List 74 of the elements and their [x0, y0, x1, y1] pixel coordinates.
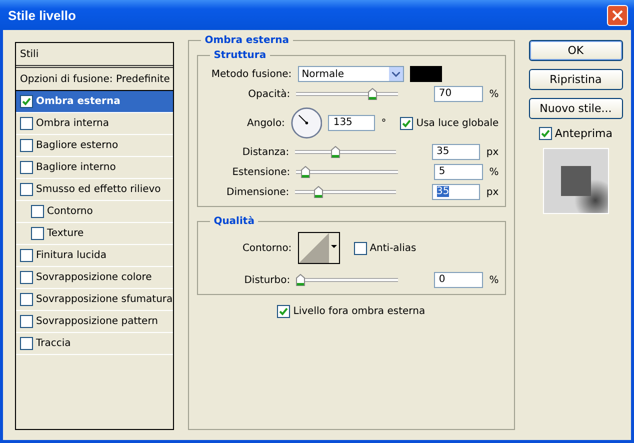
checkbox[interactable]: [354, 242, 367, 254]
unit-label: %: [489, 88, 499, 100]
checkbox[interactable]: [20, 337, 33, 350]
number-field[interactable]: 35: [432, 144, 480, 160]
style-list-item[interactable]: Smusso ed effetto rilievo: [16, 179, 173, 201]
group-title: Struttura: [210, 50, 270, 61]
slider-thumb[interactable]: [296, 274, 306, 286]
number-field[interactable]: 70: [434, 86, 484, 102]
style-list-item[interactable]: Ombra interna: [16, 113, 173, 135]
group-title: Qualità: [210, 216, 258, 227]
close-icon: [612, 10, 623, 20]
checkbox[interactable]: [20, 183, 33, 196]
style-list-item[interactable]: Bagliore interno: [16, 157, 173, 179]
checkbox[interactable]: [20, 249, 33, 262]
field-label: Contorno:: [241, 242, 292, 254]
dialog-button[interactable]: Nuovo stile...: [528, 98, 623, 119]
slider-thumb[interactable]: [368, 88, 377, 100]
checkbox[interactable]: [20, 161, 33, 174]
panel-title: Ombra esterna: [200, 35, 294, 46]
style-list-item[interactable]: Finitura lucida: [16, 245, 173, 267]
style-list-item[interactable]: Ombra esterna: [16, 91, 173, 113]
unit-label: %: [489, 274, 499, 286]
color-swatch[interactable]: [410, 66, 442, 82]
style-list-item[interactable]: Sovrapposizione colore: [16, 267, 173, 289]
style-list-item[interactable]: Contorno: [16, 201, 173, 223]
field-label: Dimensione:: [226, 186, 290, 198]
number-field[interactable]: 35: [432, 184, 480, 200]
number-field[interactable]: 0: [434, 272, 484, 288]
checkbox[interactable]: [400, 116, 414, 130]
checkbox-label: Anti-alias: [370, 242, 416, 254]
slider-thumb[interactable]: [330, 146, 340, 158]
close-button[interactable]: [607, 4, 628, 26]
checkbox-label: Livello fora ombra esterna: [293, 306, 426, 316]
checkbox-label: Anteprima: [554, 127, 612, 140]
checkbox[interactable]: [277, 304, 290, 318]
slider-thumb[interactable]: [301, 166, 310, 178]
style-list-item[interactable]: Texture: [16, 223, 173, 245]
checkbox[interactable]: [20, 271, 33, 284]
slider-thumb[interactable]: [314, 186, 324, 198]
window-title: Stile livello: [8, 8, 76, 22]
unit-label: px: [486, 146, 499, 158]
number-field[interactable]: 5: [434, 164, 484, 180]
style-list-item[interactable]: Sovrapposizione pattern: [16, 311, 173, 333]
dialog-button[interactable]: Ripristina: [528, 69, 623, 90]
field-label: Disturbo:: [243, 274, 290, 286]
contour-picker[interactable]: [298, 232, 340, 264]
checkbox[interactable]: [31, 227, 44, 240]
style-list-item[interactable]: Bagliore esterno: [16, 135, 173, 157]
field-label: Estensione:: [231, 166, 290, 178]
checkbox[interactable]: [538, 127, 552, 140]
unit-label: °: [381, 118, 386, 128]
unit-label: %: [489, 166, 499, 178]
checkbox[interactable]: [20, 315, 33, 328]
style-list-item[interactable]: Traccia: [16, 333, 173, 355]
number-field[interactable]: 135: [328, 115, 376, 131]
checkbox[interactable]: [20, 293, 33, 306]
caret-icon: [388, 67, 403, 81]
caret-icon: [330, 245, 337, 248]
field-label: Angolo:: [246, 118, 285, 128]
checkbox[interactable]: [20, 95, 33, 108]
blend-mode-dropdown[interactable]: Normale: [298, 66, 404, 82]
field-label: Distanza:: [241, 146, 290, 158]
checkbox[interactable]: [20, 117, 33, 130]
preview-thumbnail: [542, 148, 609, 214]
checkbox[interactable]: [20, 139, 33, 152]
style-list-item[interactable]: Sovrapposizione sfumatura: [16, 289, 173, 311]
checkbox[interactable]: [31, 205, 44, 218]
dialog-button[interactable]: OK: [528, 40, 623, 61]
checkbox-label: Usa luce globale: [416, 118, 499, 128]
unit-label: px: [486, 186, 499, 198]
field-label: Opacità:: [247, 88, 290, 100]
list-header: Stili: [16, 43, 173, 68]
field-label: Metodo fusione:: [210, 68, 292, 80]
angle-dial[interactable]: [290, 106, 322, 140]
